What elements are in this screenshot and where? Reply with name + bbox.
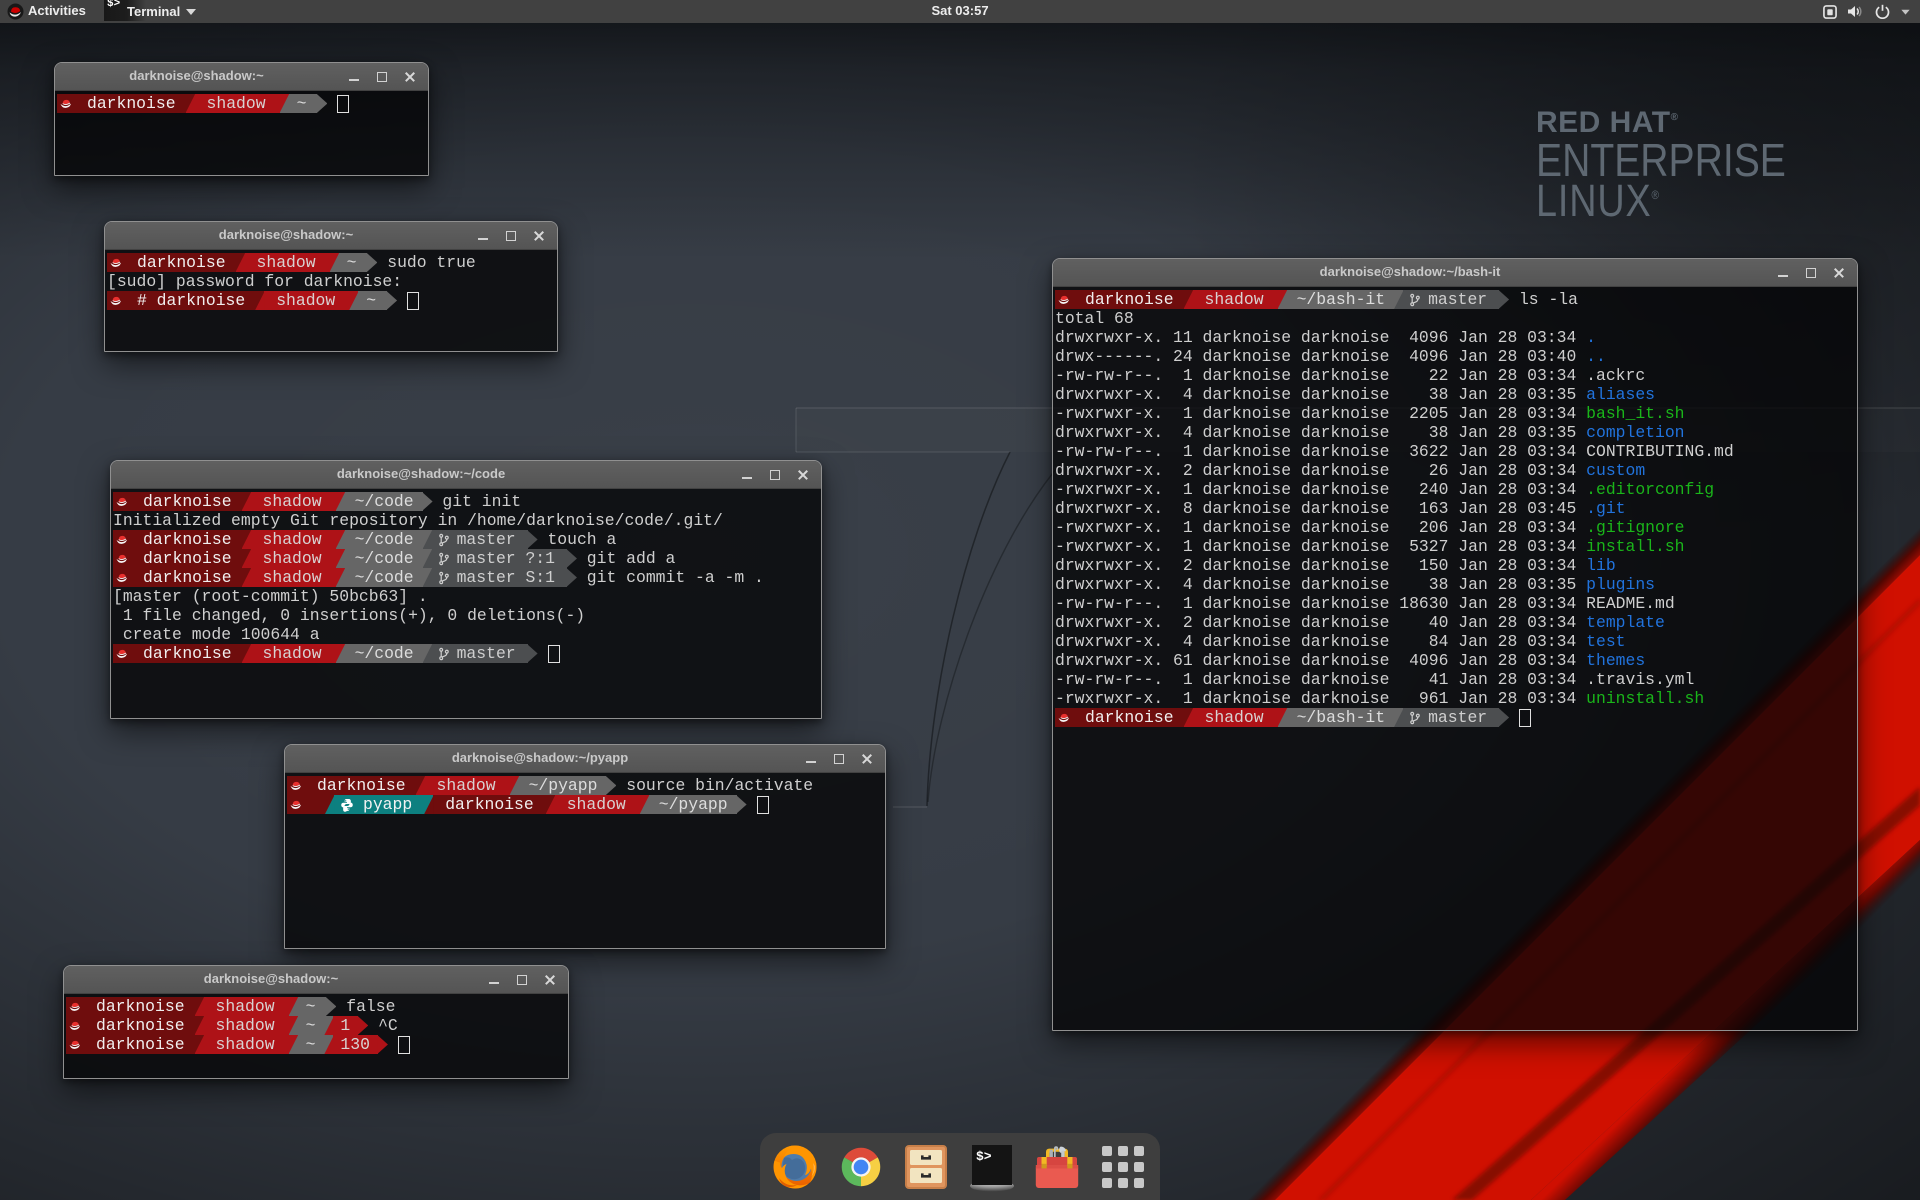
svg-text:$>: $> [976,1149,992,1164]
